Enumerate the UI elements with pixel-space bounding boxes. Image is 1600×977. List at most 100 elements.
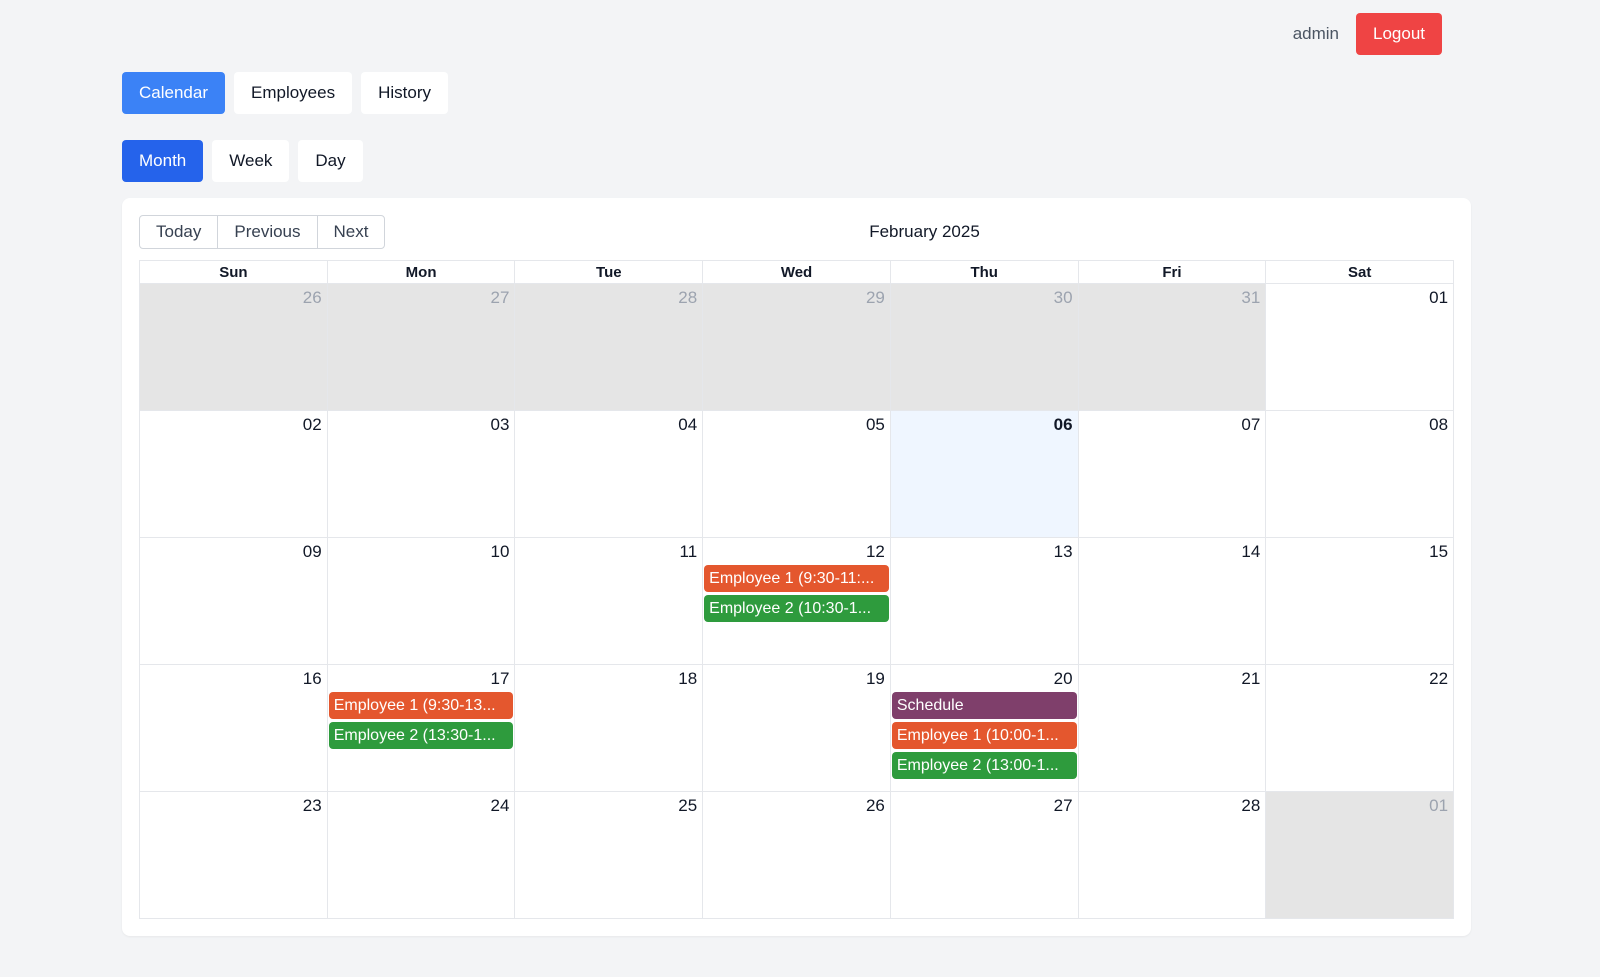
weekday-header-cell: Tue [515,261,704,284]
weekday-header-cell: Fri [1078,261,1267,284]
previous-button[interactable]: Previous [217,215,318,249]
day-number: 21 [1241,669,1261,688]
day-number: 26 [302,288,322,307]
day-cell[interactable]: 26 [140,284,328,411]
day-number: 11 [679,542,698,561]
day-cell[interactable]: 25 [515,792,704,919]
calendar-card: February 2025 Today Previous Next Sun Mon… [122,198,1471,936]
day-number: 24 [490,796,510,815]
calendar-event[interactable]: Employee 2 (13:30-1... [328,722,514,749]
day-cell[interactable]: 21 [1078,665,1267,792]
day-number: 15 [1429,542,1449,561]
day-cell[interactable]: 03 [327,411,516,538]
day-number: 02 [302,415,322,434]
today-button[interactable]: Today [139,215,219,249]
calendar-event[interactable]: Employee 2 (13:00-1... [891,752,1077,779]
day-cell[interactable]: 11 [515,538,704,665]
day-cell[interactable]: 26 [703,792,891,919]
day-cell-today[interactable]: 06 [890,411,1079,538]
day-number: 05 [865,415,885,434]
current-user: admin [1292,24,1339,43]
view-day-button[interactable]: Day [298,140,363,182]
week-row: 09 10 11 12 Employee 1 (9:30-11:... Employee … [140,538,1455,665]
day-cell[interactable]: 19 [703,665,891,792]
day-number: 08 [1429,415,1449,434]
main-nav: Calendar Employees History [122,72,449,114]
day-cell[interactable]: 12 Employee 1 (9:30-11:... Employee 2 (10:… [703,538,891,665]
day-events: Employee 1 (9:30-11:... Employee 2 (10:30… [704,565,889,625]
day-cell[interactable]: 28 [1078,792,1267,919]
day-cell[interactable]: 05 [703,411,891,538]
nav-calendar-button[interactable]: Calendar [122,72,225,114]
day-cell[interactable]: 27 [327,284,516,411]
week-row: 02 03 04 05 06 07 08 [140,411,1455,538]
day-cell[interactable]: 23 [140,792,328,919]
logout-button[interactable]: Logout [1356,13,1442,55]
day-cell[interactable]: 27 [890,792,1079,919]
day-number: 06 [1053,415,1073,434]
day-number: 29 [865,288,885,307]
next-button[interactable]: Next [316,215,386,249]
day-cell[interactable]: 30 [890,284,1079,411]
day-events: Employee 1 (9:30-13... Employee 2 (13:30-… [328,692,514,752]
day-cell[interactable]: 31 [1078,284,1267,411]
day-cell[interactable]: 01 [1266,792,1455,919]
day-number: 27 [1053,796,1073,815]
day-number: 31 [1241,288,1261,307]
view-week-button[interactable]: Week [212,140,290,182]
day-number: 18 [678,669,698,688]
view-switcher: Month Week Day [122,140,363,182]
day-cell[interactable]: 29 [703,284,891,411]
calendar-event[interactable]: Employee 2 (10:30-1... [704,595,889,622]
day-number: 23 [302,796,322,815]
day-number: 17 [490,669,510,688]
day-cell[interactable]: 22 [1266,665,1455,792]
calendar-toolbar: Today Previous Next [139,215,386,249]
weekday-header-cell: Mon [327,261,516,284]
day-cell[interactable]: 28 [515,284,704,411]
day-number: 28 [1241,796,1261,815]
day-number: 30 [1053,288,1073,307]
day-cell[interactable]: 09 [140,538,328,665]
day-cell[interactable]: 14 [1078,538,1267,665]
day-cell[interactable]: 01 [1266,284,1455,411]
day-events: Schedule Employee 1 (10:00-1... Employee 2… [891,692,1077,782]
calendar-event[interactable]: Employee 1 (9:30-13... [328,692,514,719]
day-cell[interactable]: 07 [1078,411,1267,538]
weekday-header-cell: Sat [1266,261,1455,284]
calendar-event[interactable]: Employee 1 (10:00-1... [891,722,1077,749]
day-number: 26 [865,796,885,815]
day-number: 28 [678,288,698,307]
day-cell[interactable]: 24 [327,792,516,919]
day-number: 03 [490,415,510,434]
nav-employees-button[interactable]: Employees [234,72,353,114]
day-cell[interactable]: 02 [140,411,328,538]
view-month-button[interactable]: Month [122,140,204,182]
day-number: 20 [1053,669,1073,688]
day-cell[interactable]: 18 [515,665,704,792]
day-number: 07 [1241,415,1261,434]
day-cell[interactable]: 04 [515,411,704,538]
top-bar: admin Logout [1293,13,1442,55]
weekday-header: Sun Mon Tue Wed Thu Fri Sat [140,261,1455,284]
nav-history-button[interactable]: History [361,72,449,114]
calendar-event[interactable]: Employee 1 (9:30-11:... [704,565,889,592]
weekday-header-cell: Thu [890,261,1079,284]
day-cell[interactable]: 15 [1266,538,1455,665]
week-row: 23 24 25 26 27 28 01 [140,792,1455,919]
day-cell[interactable]: 13 [890,538,1079,665]
day-number: 09 [302,542,322,561]
day-cell[interactable]: 08 [1266,411,1455,538]
day-cell[interactable]: 10 [327,538,516,665]
day-cell[interactable]: 17 Employee 1 (9:30-13... Employee 2 (13:3… [327,665,516,792]
weekday-header-cell: Sun [140,261,328,284]
day-number: 25 [678,796,698,815]
day-number: 10 [490,542,510,561]
calendar-event[interactable]: Schedule [891,692,1077,719]
day-cell[interactable]: 16 [140,665,328,792]
day-number: 12 [865,542,885,561]
day-number: 13 [1053,542,1073,561]
day-cell[interactable]: 20 Schedule Employee 1 (10:00-1... Employee… [890,665,1079,792]
week-row: 26 27 28 29 30 31 01 [140,284,1455,411]
week-row: 16 17 Employee 1 (9:30-13... Employee 2 (13… [140,665,1455,792]
